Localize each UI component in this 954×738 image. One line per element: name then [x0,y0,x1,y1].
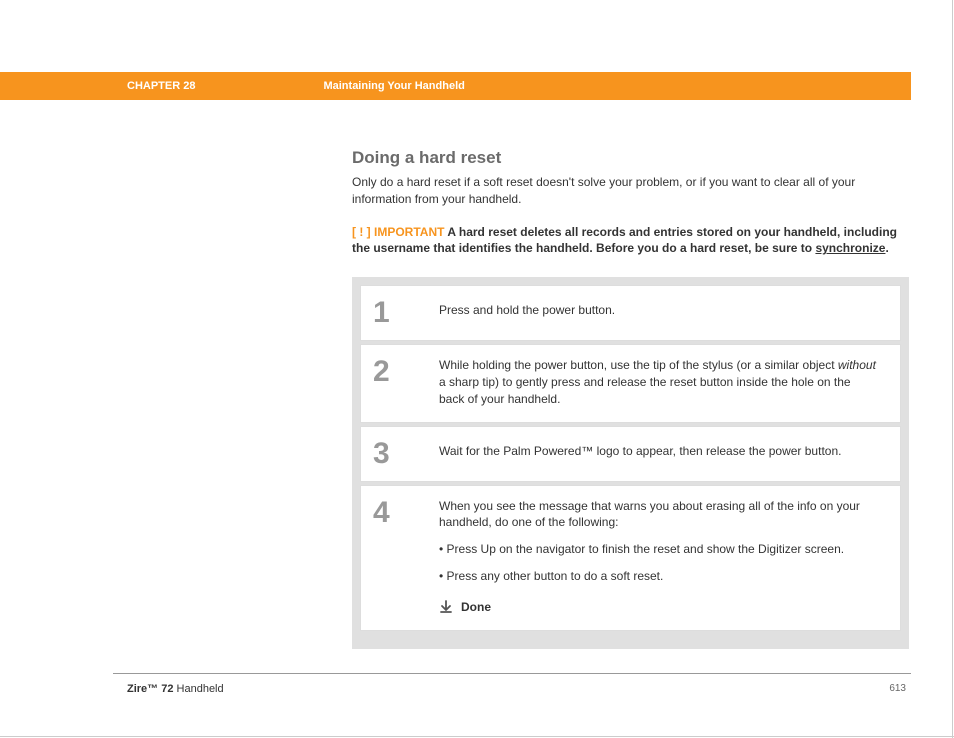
synchronize-link[interactable]: synchronize [815,241,885,255]
step-number: 4 [373,496,390,529]
done-label: Done [461,599,491,616]
footer-divider [113,673,911,674]
step-number: 2 [373,355,390,388]
intro-text: Only do a hard reset if a soft reset doe… [352,174,909,208]
page-border-right [952,0,953,738]
done-row: Done [439,599,878,616]
bullet-item: Press Up on the navigator to finish the … [439,541,878,558]
chapter-header: CHAPTER 28 Maintaining Your Handheld [0,72,911,100]
page-border-bottom [0,736,954,737]
section-heading: Doing a hard reset [352,148,909,168]
main-content: Doing a hard reset Only do a hard reset … [352,148,909,649]
step-row: 4 When you see the message that warns yo… [360,485,901,631]
done-arrow-icon [439,600,453,614]
page-number: 613 [889,683,906,694]
step-text: Press and hold the power button. [431,286,900,340]
step-text: When you see the message that warns you … [431,486,900,630]
important-text-end: . [885,241,888,255]
step-text: Wait for the Palm Powered™ logo to appea… [431,427,900,481]
steps-container: 1 Press and hold the power button. 2 Whi… [352,277,909,648]
step-number: 1 [373,296,390,329]
bullet-item: Press any other button to do a soft rese… [439,568,878,585]
step-text: While holding the power button, use the … [431,345,900,421]
chapter-number: CHAPTER 28 [127,80,195,92]
step-number: 3 [373,437,390,470]
step-row: 2 While holding the power button, use th… [360,344,901,422]
chapter-title: Maintaining Your Handheld [323,80,464,92]
step-row: 1 Press and hold the power button. [360,285,901,341]
important-note: [ ! ] IMPORTANT A hard reset deletes all… [352,224,909,258]
important-marker: [ ! ] [352,225,371,239]
step-row: 3 Wait for the Palm Powered™ logo to app… [360,426,901,482]
footer-product: Zire™ 72 Handheld [127,683,224,695]
important-label: IMPORTANT [374,225,444,239]
step-bullets: Press Up on the navigator to finish the … [439,541,878,585]
